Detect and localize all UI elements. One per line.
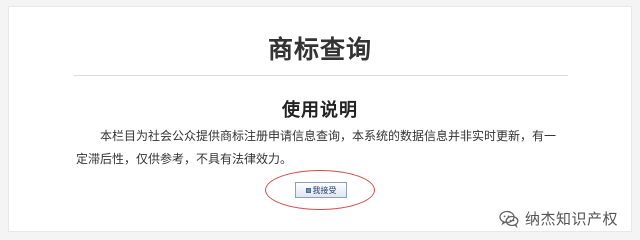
instructions-body: 本栏目为社会公众提供商标注册申请信息查询，本系统的数据信息并非实时更新，有一定滞… xyxy=(76,129,557,166)
accept-button[interactable]: 我接受 xyxy=(295,182,347,198)
page-title: 商标查询 xyxy=(267,35,372,64)
instructions-heading: 使用说明 xyxy=(282,100,358,121)
page: 商标查询 使用说明 本栏目为社会公众提供商标注册申请信息查询，本系统的数据信息并… xyxy=(0,0,640,240)
wechat-icon xyxy=(499,210,519,228)
title-divider xyxy=(74,75,568,76)
watermark-text: 纳杰知识产权 xyxy=(524,210,618,228)
watermark: 纳杰知识产权 xyxy=(499,208,618,229)
accept-highlight: 我接受 xyxy=(265,170,375,210)
